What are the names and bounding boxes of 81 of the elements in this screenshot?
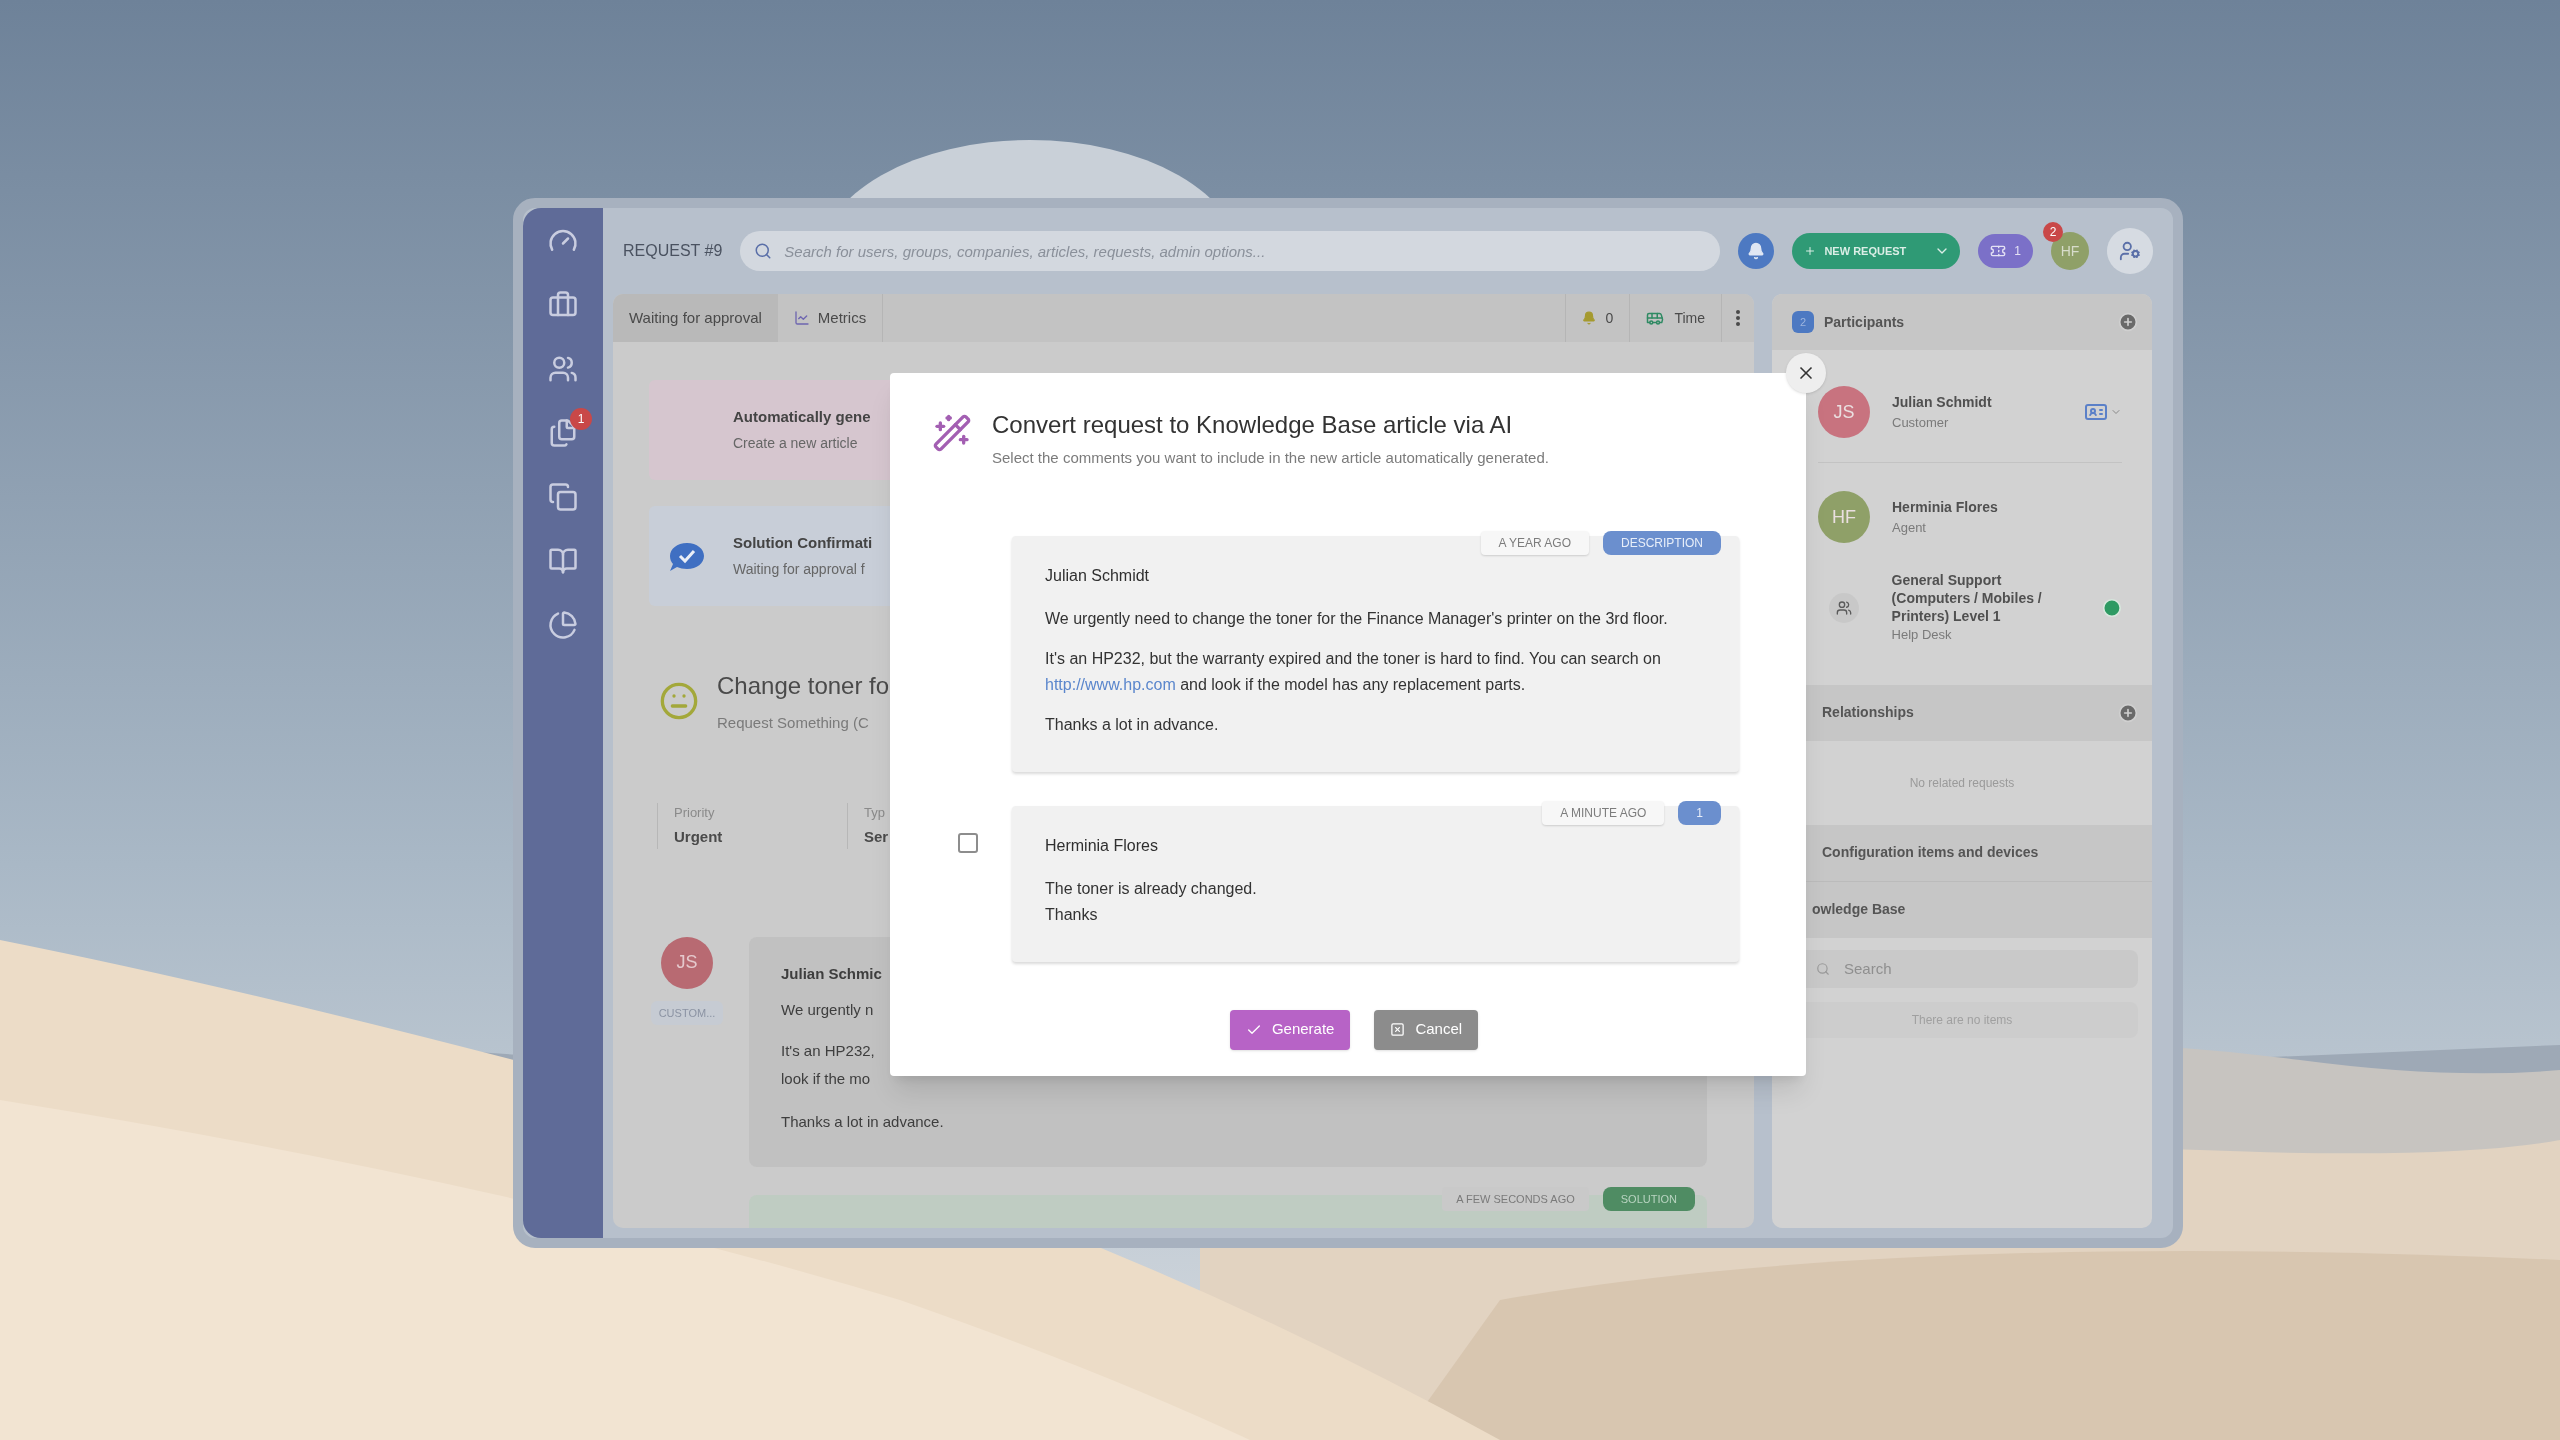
- request-category: Request Something (C: [717, 713, 870, 733]
- card-title: Solution Confirmati: [733, 533, 873, 554]
- bell-icon: [1581, 311, 1596, 325]
- person-name: Julian Schmidt: [1892, 392, 1993, 412]
- card-subtitle: Create a new article: [733, 433, 859, 453]
- person-avatar: JS: [1818, 386, 1870, 438]
- field-value: Urgent: [674, 827, 724, 847]
- request-title: REQUEST #9: [623, 241, 723, 261]
- section-title: Configuration items and devices: [1822, 843, 2040, 862]
- search-icon: [754, 242, 773, 260]
- comment-author: Herminia Flores: [1045, 835, 1159, 856]
- time-label: A MINUTE AGO: [1542, 800, 1665, 825]
- add-icon[interactable]: [2118, 312, 2138, 332]
- users-icon: [1835, 599, 1852, 616]
- solution-tag: SOLUTION: [1602, 1186, 1695, 1211]
- comment-text: It's an HP232, but the warranty expired and the toner is hard to find. You can search on http://www.hp.com and look if the model has any replacement parts.: [1045, 648, 1662, 695]
- comment-author: Julian Schmic: [781, 963, 883, 984]
- person-name: Herminia Flores: [1892, 497, 1999, 517]
- section-title: owledge Base: [1812, 900, 1907, 919]
- comment-text: We urgently n: [781, 1000, 875, 1020]
- person-avatar: HF: [1818, 491, 1870, 543]
- documents-icon[interactable]: [548, 418, 578, 448]
- comment-text: Thanks a lot in advance.: [1045, 714, 1220, 735]
- role-chip: CUSTOM...: [650, 1000, 724, 1025]
- group-name: General Support (Computers / Mobiles / Printers) Level 1: [1891, 571, 2043, 625]
- checkbox[interactable]: [958, 832, 978, 853]
- comment-text: The toner is already changed.: [1045, 878, 1258, 899]
- cancel-button[interactable]: Cancel: [1374, 1009, 1479, 1050]
- users-icon[interactable]: [548, 354, 578, 384]
- book-icon[interactable]: [548, 546, 578, 576]
- field-value: Ser: [864, 827, 890, 847]
- close-square-icon: [1390, 1022, 1406, 1037]
- comment-author: Julian Schmidt: [1045, 565, 1151, 586]
- user-settings-button[interactable]: [2107, 228, 2153, 274]
- comment-text: It's an HP232,: [781, 1040, 876, 1061]
- comment-text: We urgently need to change the toner for the Finance Manager's printer on the 3rd floor.: [1045, 608, 1669, 629]
- more-icon: [1736, 310, 1740, 326]
- notification-badge: 2: [2043, 222, 2063, 242]
- search-field[interactable]: Search for users, groups, companies, articles, requests, admin options...: [740, 231, 1721, 271]
- tab[interactable]: Waiting for approval: [613, 294, 778, 342]
- person-role: Customer: [1892, 413, 1950, 432]
- pie-chart-icon[interactable]: [548, 610, 578, 640]
- line-chart-icon: [793, 310, 810, 326]
- comment-text: Thanks: [1045, 904, 1099, 925]
- comment-text: Thanks a lot in advance.: [781, 1111, 945, 1132]
- field-label: Priority: [674, 803, 716, 822]
- time-label: A YEAR AGO: [1480, 530, 1589, 555]
- comment-text: look if the mo: [781, 1069, 872, 1089]
- section-title: Relationships: [1822, 703, 1915, 722]
- copy-icon[interactable]: [548, 482, 578, 512]
- alerts-button[interactable]: 0: [1564, 294, 1630, 342]
- link[interactable]: http://www.hp.com: [1045, 675, 1176, 693]
- customer-avatar: JS: [661, 936, 713, 989]
- plus-icon: [1804, 245, 1817, 257]
- time-button[interactable]: Time: [1629, 294, 1721, 342]
- person-role: Agent: [1892, 518, 1927, 537]
- chat-check-icon: [669, 542, 705, 572]
- field-label: Typ: [864, 803, 886, 822]
- chat-count-button[interactable]: 1: [1978, 234, 2033, 268]
- bell-icon: [1747, 242, 1766, 260]
- card-title: Automatically gene: [733, 407, 871, 428]
- request-heading: Change toner fo: [717, 671, 890, 701]
- group-role: Help Desk: [1891, 626, 1953, 644]
- count-badge: 2: [1792, 311, 1814, 333]
- notifications-button[interactable]: [1738, 233, 1775, 269]
- card-subtitle: Waiting for approval f: [733, 559, 866, 579]
- user-settings-icon: [2119, 240, 2141, 262]
- new-request-button[interactable]: NEW REQUEST: [1792, 233, 1961, 269]
- neutral-face-icon: [659, 681, 699, 722]
- add-icon[interactable]: [2118, 702, 2138, 723]
- generate-button[interactable]: Generate: [1229, 1009, 1351, 1050]
- section-title: Participants: [1824, 312, 1906, 332]
- empty-message: No related requests: [1909, 774, 2015, 792]
- dialog-title: Convert request to Knowledge Base article via AI: [992, 410, 1514, 440]
- magic-wand-icon: [932, 413, 972, 453]
- ticket-icon: [1990, 243, 2007, 259]
- comment-number-tag: 1: [1678, 800, 1721, 825]
- notification-badge: 1: [570, 408, 592, 430]
- dialog-subtitle: Select the comments you want to include in the new article automatically generated.: [992, 448, 1549, 468]
- search-icon: [1816, 961, 1830, 976]
- description-tag: DESCRIPTION: [1603, 530, 1721, 555]
